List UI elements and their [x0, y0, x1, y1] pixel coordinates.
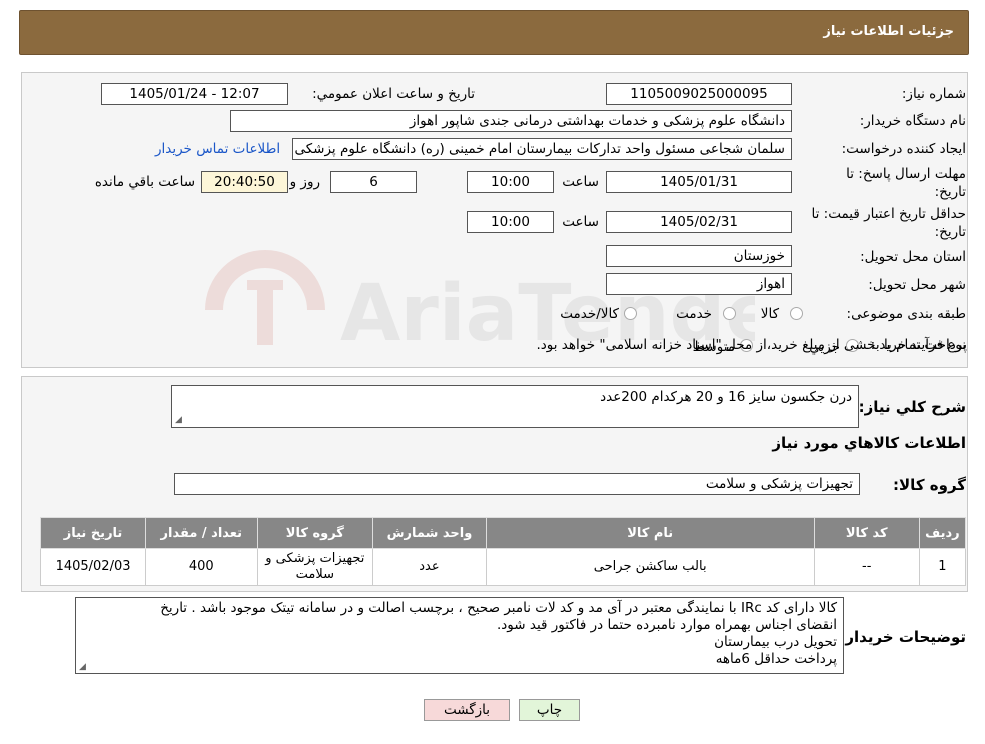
- deadline-label-1: مهلت ارسال پاسخ: تا: [846, 166, 966, 182]
- validity-date-field[interactable]: 1405/02/31: [606, 211, 792, 233]
- items-section-title: اطلاعات کالاهاي مورد نياز: [772, 434, 966, 452]
- description-label: شرح کلي نياز:: [858, 398, 966, 416]
- announce-field[interactable]: 1405/01/24 - 12:07: [101, 83, 288, 105]
- group-field[interactable]: تجهیزات پزشکی و سلامت: [174, 473, 860, 495]
- deadline-date-field[interactable]: 1405/01/31: [606, 171, 792, 193]
- col-group: گروه کالا: [256, 517, 374, 549]
- buyer-notes-line-3: تحویل درب بیمارستان: [714, 634, 837, 650]
- buyer-notes-line-2: انقضای اجناس بهمراه موارد نامبرده حتما د…: [497, 617, 837, 633]
- cell-item-code: --: [813, 548, 920, 586]
- process-note: پرداخت تمام يا بخشی از مبلغ خريد،از محل …: [536, 337, 967, 353]
- buyer-org-label: نام دستگاه خريدار:: [859, 113, 966, 129]
- cell-need-date: 1405/02/03: [39, 548, 147, 586]
- validity-label-1: حداقل تاريخ اعتبار قيمت: تا: [811, 206, 966, 222]
- province-field[interactable]: خوزستان: [606, 245, 792, 267]
- col-need-date: تاريخ نياز: [39, 517, 147, 549]
- buyer-notes-line-1: کالا دارای کد IRc با نمایندگی معتبر در آ…: [160, 600, 837, 616]
- province-label: استان محل تحويل:: [860, 249, 966, 265]
- announce-label: تاریخ و ساعت اعلان عمومي:: [312, 86, 475, 102]
- days-remaining-field[interactable]: 6: [330, 171, 417, 193]
- requester-label: ايجاد کننده درخواست:: [841, 141, 966, 157]
- city-field[interactable]: اهواز: [606, 273, 792, 295]
- notes-resize-grip-icon[interactable]: ◢: [79, 663, 87, 672]
- requester-field[interactable]: سلمان شجاعی مسئول واحد تداركات بیمارستان…: [292, 138, 792, 160]
- col-quantity: تعداد / مقدار: [145, 517, 258, 549]
- buyer-org-field[interactable]: دانشگاه علوم پزشکی و خدمات بهداشتی درمان…: [230, 110, 792, 132]
- cell-group: تجهیزات پزشکی و سلامت: [256, 548, 374, 586]
- buyer-notes-field[interactable]: کالا دارای کد IRc با نمایندگی معتبر در آ…: [75, 597, 844, 674]
- cell-quantity: 400: [145, 548, 258, 586]
- category-option-goods: کالا: [760, 306, 779, 322]
- category-option-service: خدمت: [676, 306, 712, 322]
- print-button[interactable]: چاپ: [519, 699, 580, 721]
- days-label: روز و: [289, 174, 320, 190]
- page-header: جزئیات اطلاعات نیاز: [19, 10, 969, 55]
- category-option-goods-service: کالا/خدمت: [560, 306, 619, 322]
- col-unit: واحد شمارش: [372, 517, 487, 549]
- countdown-field: 20:40:50: [201, 171, 288, 193]
- validity-label-2: تاريخ:: [934, 224, 966, 240]
- city-label: شهر محل تحويل:: [868, 277, 966, 293]
- col-item-code: کد کالا: [813, 517, 920, 549]
- items-table: تاريخ نياز تعداد / مقدار گروه کالا واحد …: [39, 517, 967, 586]
- deadline-time-field[interactable]: 10:00: [467, 171, 554, 193]
- page-title: جزئیات اطلاعات نیاز: [823, 24, 954, 39]
- buyer-notes-line-4: پرداخت حداقل 6ماهه: [715, 651, 837, 667]
- buyer-notes-label: توضيحات خريدار:: [839, 628, 966, 646]
- category-radio-service[interactable]: [723, 307, 736, 320]
- cell-row-number: 1: [918, 548, 967, 586]
- deadline-time-label: ساعت: [562, 174, 599, 190]
- resize-grip-icon[interactable]: ◢: [175, 416, 183, 425]
- need-number-label: شماره نیاز:: [901, 86, 966, 102]
- remaining-label: ساعت باقي مانده: [94, 174, 195, 190]
- buyer-contact-link[interactable]: اطلاعات تماس خريدار: [155, 141, 280, 157]
- validity-time-label: ساعت: [562, 214, 599, 230]
- group-label: گروه کالا:: [893, 476, 966, 494]
- validity-time-field[interactable]: 10:00: [467, 211, 554, 233]
- cell-item-name: بالب ساکشن جراحی: [485, 548, 815, 586]
- need-number-field[interactable]: 1105009025000095: [606, 83, 792, 105]
- table-row[interactable]: 1405/02/03 400 تجهیزات پزشکی و سلامت عدد…: [39, 548, 967, 586]
- cell-unit: عدد: [372, 548, 487, 586]
- table-header-row: تاريخ نياز تعداد / مقدار گروه کالا واحد …: [39, 517, 967, 549]
- deadline-label-2: تاريخ:: [934, 184, 966, 200]
- category-label: طبقه بندی موضوعی:: [846, 306, 966, 322]
- col-item-name: نام کالا: [485, 517, 815, 549]
- category-radio-goods[interactable]: [790, 307, 803, 320]
- col-row: رديف: [918, 517, 967, 549]
- description-field[interactable]: درن جکسون سایز 16 و 20 هرکدام 200عدد: [171, 385, 859, 428]
- back-button[interactable]: بازگشت: [424, 699, 510, 721]
- category-radio-goods-service[interactable]: [624, 307, 637, 320]
